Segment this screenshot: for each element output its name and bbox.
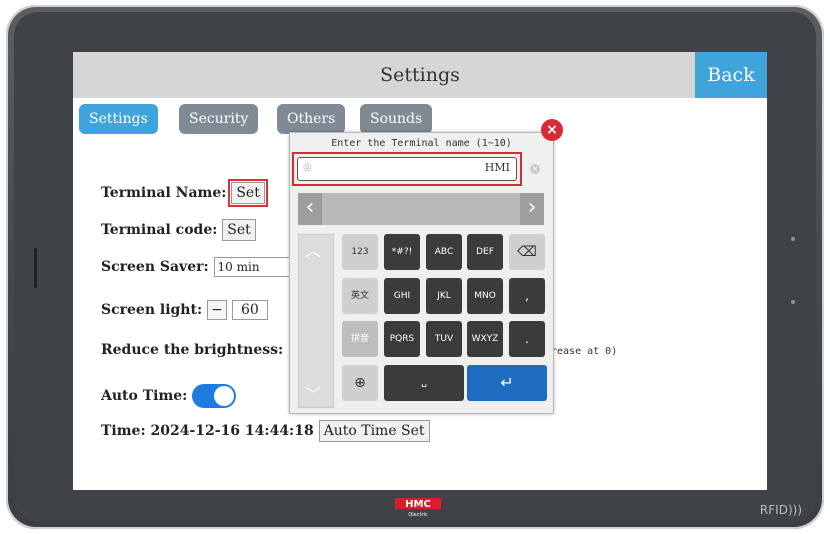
key-mno[interactable]: MNO (467, 278, 503, 314)
screen-saver-row: Screen Saver: 10 min (101, 257, 294, 277)
auto-time-set-button[interactable]: Auto Time Set (318, 420, 430, 442)
rfid-icon: ))) (787, 503, 802, 517)
screen-light-value[interactable]: 60 (231, 300, 268, 320)
terminal-code-set-button[interactable]: Set (222, 219, 256, 241)
key-tuv[interactable]: TUV (426, 321, 462, 357)
terminal-name-set-button[interactable]: Set (228, 179, 268, 207)
chevron-up-icon[interactable]: ︿ (305, 237, 321, 261)
auto-time-label: Auto Time: (101, 388, 188, 404)
terminal-name-label: Terminal Name: (101, 185, 227, 201)
keyboard-popup: Enter the Terminal name (1~10) × ◎ HMI ×… (289, 119, 563, 414)
keyboard-input-highlight: ◎ HMI (292, 152, 522, 186)
space-key[interactable]: ␣ (384, 365, 464, 401)
sensor-dot (791, 300, 795, 304)
keyboard-prompt: Enter the Terminal name (1~10) (331, 138, 512, 149)
eye-icon[interactable]: ◎ (303, 163, 319, 173)
screen-light-label: Screen light: (101, 302, 203, 318)
chevron-right-icon[interactable]: › (520, 193, 544, 225)
key-english[interactable]: 英文 (342, 278, 378, 314)
key-period[interactable]: . (509, 321, 545, 357)
back-button[interactable]: Back (695, 52, 767, 98)
candidate-bar: ‹ › (298, 193, 544, 225)
key-ghi[interactable]: GHI (384, 278, 420, 314)
enter-icon[interactable]: ↵ (467, 365, 547, 401)
chevron-left-icon[interactable]: ‹ (298, 193, 322, 225)
screen-light-minus-button[interactable]: − (207, 300, 227, 320)
time-text: Time: 2024-12-16 14:44:18 (101, 423, 314, 439)
key-jkl[interactable]: JKL (426, 278, 462, 314)
keyboard-side-scroll[interactable]: ︿ ﹀ (298, 234, 334, 408)
rfid-label: RFID))) (760, 503, 802, 517)
hmc-logo: HMC Qlectric (395, 498, 441, 518)
terminal-code-label: Terminal code: (101, 222, 218, 238)
tab-sounds[interactable]: Sounds (360, 104, 433, 134)
toggle-knob (214, 386, 235, 406)
logo-text: HMC (405, 499, 431, 510)
page-title: Settings (380, 64, 460, 86)
logo-sub: Qlectric (408, 512, 428, 518)
chevron-down-icon[interactable]: ﹀ (305, 381, 321, 405)
time-row: Time: 2024-12-16 14:44:18 Auto Time Set (101, 420, 430, 442)
side-button (34, 248, 37, 288)
key-comma[interactable]: , (509, 278, 545, 314)
tab-others[interactable]: Others (277, 104, 346, 134)
key-123[interactable]: 123 (342, 234, 378, 270)
screen-saver-label: Screen Saver: (101, 259, 209, 275)
close-icon[interactable]: × (541, 119, 563, 141)
key-abc[interactable]: ABC (426, 234, 462, 270)
keyboard-input-value: HMI (484, 161, 510, 174)
auto-time-row: Auto Time: (101, 384, 237, 408)
globe-icon[interactable]: ⊕ (342, 365, 378, 401)
clear-icon[interactable]: × (530, 164, 540, 174)
key-pqrs[interactable]: PQRS (384, 321, 420, 357)
tab-security[interactable]: Security (179, 104, 259, 134)
auto-time-toggle[interactable] (192, 384, 237, 408)
screen-saver-select[interactable]: 10 min (213, 257, 294, 277)
terminal-name-row: Terminal Name: Set (101, 179, 268, 207)
key-symbols[interactable]: *#?! (384, 234, 420, 270)
key-pinyin[interactable]: 拼音 (342, 321, 378, 357)
key-def[interactable]: DEF (467, 234, 503, 270)
reduce-brightness-row: Reduce the brightness: (101, 342, 283, 358)
screen-light-row: Screen light: − 60 (101, 300, 268, 320)
sensor-dot (791, 237, 795, 241)
backspace-icon[interactable]: ⌫ (509, 234, 545, 270)
key-wxyz[interactable]: WXYZ (467, 321, 503, 357)
rfid-text: RFID (759, 503, 788, 517)
reduce-brightness-label: Reduce the brightness: (101, 342, 284, 358)
tab-settings[interactable]: Settings (79, 104, 158, 134)
terminal-code-row: Terminal code: Set (101, 219, 256, 241)
keyboard-input[interactable]: ◎ HMI (297, 157, 517, 181)
brightness-hint: rease at 0) (551, 346, 618, 357)
